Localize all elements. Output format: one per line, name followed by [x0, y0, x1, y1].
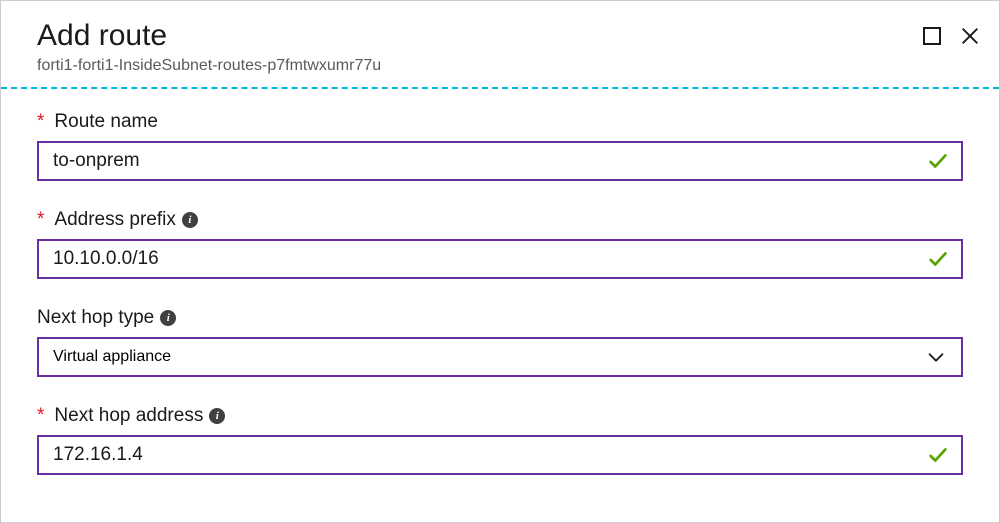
- route-name-label: * Route name: [37, 111, 963, 133]
- next-hop-type-group: Next hop type i Virtual appliance: [37, 307, 963, 377]
- header-titles: Add route forti1-forti1-InsideSubnet-rou…: [37, 19, 381, 75]
- required-indicator: *: [37, 111, 44, 133]
- page-title: Add route: [37, 19, 381, 53]
- route-name-group: * Route name: [37, 111, 963, 181]
- next-hop-type-value: Virtual appliance: [53, 348, 171, 366]
- next-hop-type-label-text: Next hop type: [37, 307, 154, 329]
- address-prefix-group: * Address prefix i: [37, 209, 963, 279]
- next-hop-address-input-wrap: [37, 435, 963, 475]
- route-name-input-wrap: [37, 141, 963, 181]
- header-actions: [923, 19, 963, 47]
- next-hop-type-select[interactable]: Virtual appliance: [37, 337, 963, 377]
- header-row: Add route forti1-forti1-InsideSubnet-rou…: [37, 19, 963, 75]
- next-hop-type-label: Next hop type i: [37, 307, 963, 329]
- info-icon[interactable]: i: [182, 212, 198, 228]
- info-icon[interactable]: i: [209, 408, 225, 424]
- route-name-input[interactable]: [53, 150, 947, 172]
- next-hop-address-input[interactable]: [53, 444, 947, 466]
- address-prefix-label-text: Address prefix: [54, 209, 175, 231]
- maximize-icon[interactable]: [923, 27, 941, 45]
- info-icon[interactable]: i: [160, 310, 176, 326]
- required-indicator: *: [37, 405, 44, 427]
- address-prefix-input-wrap: [37, 239, 963, 279]
- route-name-label-text: Route name: [54, 111, 158, 133]
- page-subtitle: forti1-forti1-InsideSubnet-routes-p7fmtw…: [37, 57, 381, 75]
- next-hop-address-label: * Next hop address i: [37, 405, 963, 427]
- form-area: * Route name * Address prefix i Next hop…: [1, 89, 999, 475]
- close-icon[interactable]: [959, 25, 981, 47]
- address-prefix-input[interactable]: [53, 248, 947, 270]
- required-indicator: *: [37, 209, 44, 231]
- address-prefix-label: * Address prefix i: [37, 209, 963, 231]
- chevron-down-icon: [925, 346, 947, 368]
- panel-header: Add route forti1-forti1-InsideSubnet-rou…: [1, 1, 999, 75]
- next-hop-address-group: * Next hop address i: [37, 405, 963, 475]
- next-hop-address-label-text: Next hop address: [54, 405, 203, 427]
